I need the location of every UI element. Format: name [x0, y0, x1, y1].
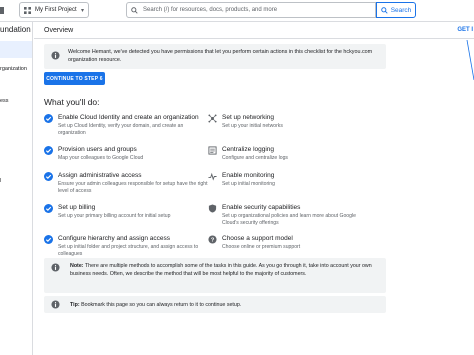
tip-text: Tip: Bookmark this page so you can alway…: [70, 302, 242, 308]
info-banner: Welcome Hemant, we've detected you have …: [44, 44, 386, 69]
get-link[interactable]: GET I: [457, 27, 473, 33]
project-picker[interactable]: My First Project ▾: [19, 2, 89, 18]
sidebar: undation rganization ess l: [0, 22, 33, 355]
main-content: Overview GET I Welcome Hemant, we've det…: [34, 22, 474, 355]
logging-icon: [208, 146, 217, 155]
task-title: Set up billing: [58, 204, 96, 211]
project-icon: [24, 6, 31, 14]
info-icon: [51, 51, 60, 60]
project-label: My First Project: [35, 7, 77, 13]
task-title: Choose a support model: [222, 235, 293, 242]
sidebar-title: undation: [0, 25, 31, 34]
shield-icon: [208, 204, 217, 213]
search-button[interactable]: Search: [376, 2, 416, 18]
search-icon: [131, 6, 138, 14]
menu-icon[interactable]: [0, 7, 4, 14]
task-description: Configure and centralize logs: [222, 155, 288, 161]
page-title: Overview: [44, 27, 74, 34]
info-icon: [51, 300, 60, 309]
network-icon: [208, 114, 217, 123]
check-circle-icon: [44, 114, 53, 123]
task-description: Set up your initial networks: [222, 123, 283, 129]
task-description: Ensure your admin colleagues responsible…: [58, 181, 208, 194]
task-title: Centralize logging: [222, 146, 275, 153]
info-icon: [51, 263, 60, 272]
search-button-label: Search: [390, 6, 412, 14]
check-circle-icon: [44, 172, 53, 181]
search-icon: [380, 6, 388, 14]
info-text: Welcome Hemant, we've detected you have …: [68, 49, 373, 63]
search-placeholder: Search (/) for resources, docs, products…: [143, 7, 278, 13]
task-title: Configure hierarchy and assign access: [58, 235, 171, 242]
task-description: Set up your primary billing account for …: [58, 213, 171, 219]
sidebar-item-access[interactable]: ess: [0, 98, 9, 104]
chevron-down-icon: ▾: [80, 7, 84, 14]
continue-button[interactable]: CONTINUE TO STEP 6: [44, 72, 105, 85]
task-description: Set up organizational policies and learn…: [222, 213, 356, 226]
task-title: Assign administrative access: [58, 172, 142, 179]
task-description: Set up Cloud Identity, verify your domai…: [58, 123, 184, 136]
task-description: Map your colleagues to Google Cloud: [58, 155, 144, 161]
section-title: What you'll do:: [44, 97, 100, 107]
check-circle-icon: [44, 204, 53, 213]
progress-connector: [466, 40, 474, 80]
task-title: Provision users and groups: [58, 146, 137, 153]
support-icon: ?: [208, 235, 217, 244]
tip-box: Tip: Bookmark this page so you can alway…: [44, 296, 386, 313]
note-box: Note: There are multiple methods to acco…: [44, 258, 386, 293]
overview-header: Overview GET I: [34, 22, 474, 39]
check-circle-icon: [44, 235, 53, 244]
svg-text:?: ?: [211, 238, 215, 244]
sidebar-item-organization[interactable]: rganization: [0, 66, 27, 72]
note-text: Note: There are multiple methods to acco…: [70, 263, 372, 277]
sidebar-item-overview[interactable]: [0, 41, 32, 58]
sidebar-item-billing[interactable]: l: [0, 178, 1, 184]
task-description: Set up initial monitoring: [222, 181, 275, 187]
task-description: Set up initial folder and project struct…: [58, 244, 199, 257]
task-title: Enable security capabilities: [222, 204, 301, 211]
task-title: Enable monitoring: [222, 172, 275, 179]
check-circle-icon: [44, 146, 53, 155]
top-bar: My First Project ▾ Search (/) for resour…: [0, 0, 474, 22]
search-input[interactable]: Search (/) for resources, docs, products…: [126, 2, 376, 18]
monitoring-icon: [208, 172, 217, 181]
task-description: Choose online or premium support: [222, 244, 301, 250]
task-title: Enable Cloud Identity and create an orga…: [58, 114, 199, 121]
task-title: Set up networking: [222, 114, 275, 121]
